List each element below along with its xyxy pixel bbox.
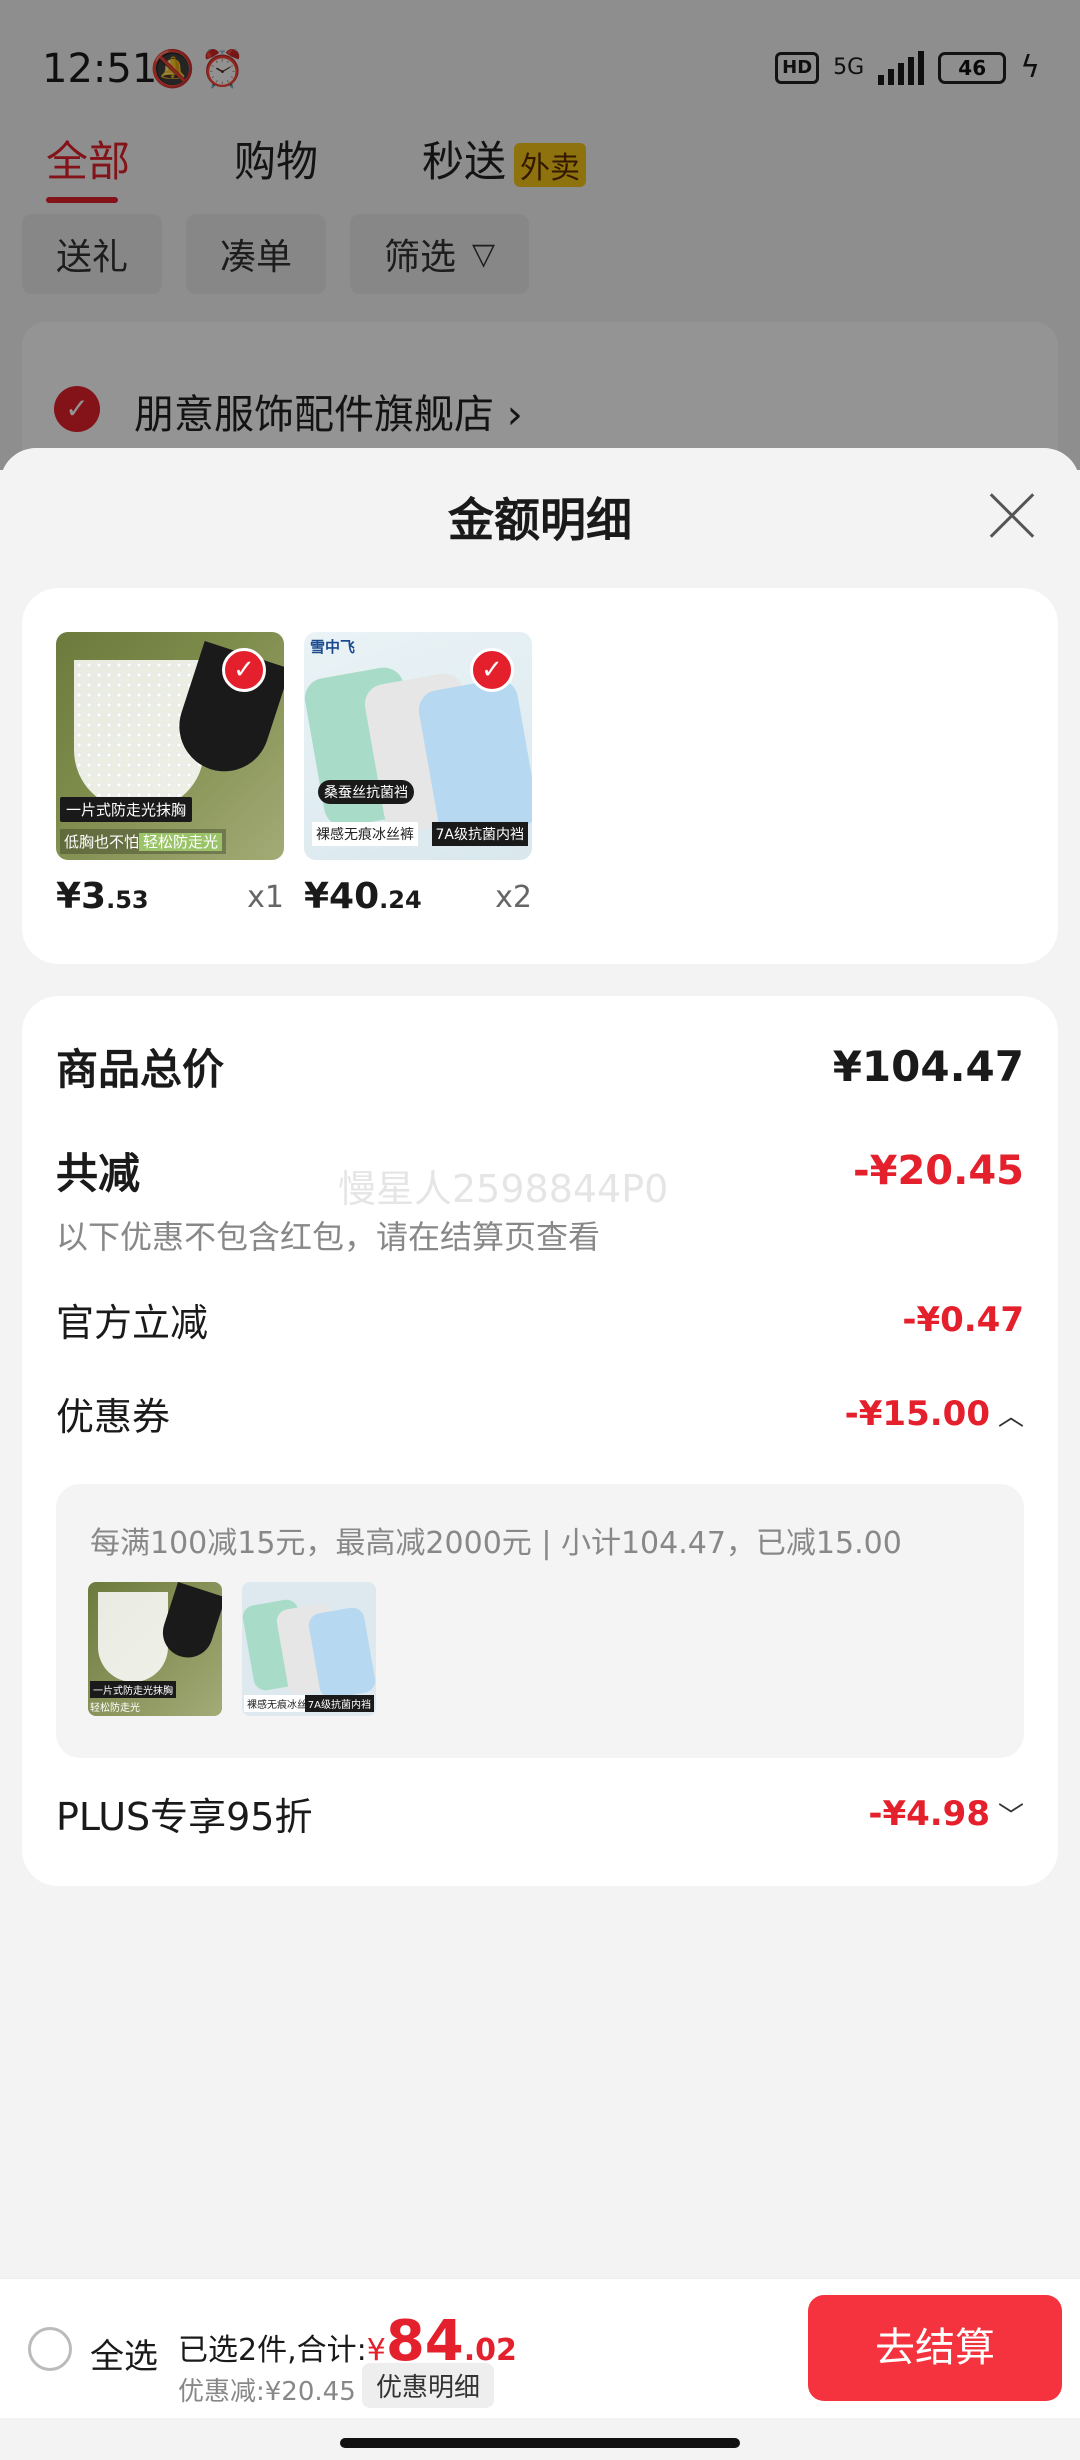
checkout-bar: 全选 已选2件,合计:¥84.02 优惠减:¥20.45 优惠明细 去结算 [0,2278,1080,2418]
amount-detail-sheet: 金额明细 一片式防走光抹胸 低胸也不怕 轻松防走光 ✓ ¥3.53 x1 雪中飞 … [0,448,1080,2278]
checkout-button[interactable]: 去结算 [808,2295,1062,2401]
chevron-up-icon: ︿ [997,1401,1024,1432]
goods-item[interactable]: 雪中飞 桑蚕丝抗菌裆 裸感无痕冰丝裤 7A级抗菌内裆 ✓ ¥40.24 x2 [304,632,532,917]
selected-goods-card: 一片式防走光抹胸 低胸也不怕 轻松防走光 ✓ ¥3.53 x1 雪中飞 桑蚕丝抗菌… [22,588,1058,964]
official-discount-value: -¥0.47 [902,1299,1024,1340]
discount-detail-button[interactable]: 优惠明细 [362,2363,495,2408]
goods-item[interactable]: 一片式防走光抹胸 低胸也不怕 轻松防走光 ✓ ¥3.53 x1 [56,632,284,917]
selected-check-icon: ✓ [470,648,514,692]
price-breakdown-card: 商品总价 ¥104.47 慢星人2598844P0 共减 -¥20.45 以下优… [22,996,1058,1886]
reduce-note: 以下优惠不包含红包，请在结算页查看 [56,1218,601,1256]
close-icon[interactable] [988,492,1036,540]
sheet-title: 金额明细 [448,493,632,547]
item-price: ¥40.24 [304,876,422,917]
select-all-label[interactable]: 全选 [90,2329,158,2378]
coupon-description: 每满100减15元，最高减2000元 | 小计104.47，已减15.00 [90,1526,902,1561]
product-caption: 裸感无痕冰丝裤 [312,822,418,846]
plus-discount-value: -¥4.98 [868,1793,990,1834]
thumb-caption: 轻松防走光 [90,1703,140,1714]
coupon-row[interactable]: 优惠券 -¥15.00 ︿ [56,1386,1024,1441]
coupon-value: -¥15.00 [844,1393,990,1434]
coupon-detail-box: 每满100减15元，最高减2000元 | 小计104.47，已减15.00 一片… [56,1484,1024,1758]
item-price: ¥3.53 [56,876,149,917]
product-caption: 7A级抗菌内裆 [431,822,528,846]
total-reduce-label: 共减 [56,1149,141,1198]
cart-page: 12:51 🔕 ⏰ HD 5G 46 ϟ 全部 购物 秒送 外卖 送礼 凑单 筛选… [0,0,1080,2460]
total-reduce-row: 共减 -¥20.45 [56,1140,1024,1201]
total-price-value: ¥104.47 [832,1042,1024,1091]
coupon-label: 优惠券 [56,1395,171,1439]
thumb-caption: 一片式防走光抹胸 [90,1681,176,1698]
cart-background: 12:51 🔕 ⏰ HD 5G 46 ϟ 全部 购物 秒送 外卖 送礼 凑单 筛选… [0,0,1080,522]
product-image: 一片式防走光抹胸 低胸也不怕 轻松防走光 ✓ [56,632,284,860]
coupon-product-thumb: 一片式防走光抹胸轻松防走光 [88,1582,222,1716]
total-reduce-value: -¥20.45 [853,1147,1024,1194]
thumb-caption: 7A级抗菌内裆 [304,1695,374,1712]
total-price-row: 商品总价 ¥104.47 [56,1036,1024,1097]
plus-discount-label: PLUS专享95折 [56,1795,313,1839]
modal-overlay[interactable] [0,0,1080,470]
plus-discount-row[interactable]: PLUS专享95折 -¥4.98 ﹀ [56,1786,1024,1841]
selected-check-icon: ✓ [222,648,266,692]
total-price-label: 商品总价 [56,1045,225,1094]
product-caption: 低胸也不怕 轻松防走光 [60,829,227,854]
item-quantity: x2 [495,880,532,915]
item-quantity: x1 [247,880,284,915]
product-caption: 一片式防走光抹胸 [60,797,193,822]
product-caption: 桑蚕丝抗菌裆 [318,780,414,804]
saved-amount: 优惠减:¥20.45 [178,2377,356,2407]
chevron-down-icon: ﹀ [997,1801,1024,1832]
brand-logo: 雪中飞 [310,638,356,656]
product-image: 雪中飞 桑蚕丝抗菌裆 裸感无痕冰丝裤 7A级抗菌内裆 ✓ [304,632,532,860]
coupon-product-thumb: 裸感无痕冰丝裤 7A级抗菌内裆 [242,1582,376,1716]
official-discount-label: 官方立减 [56,1301,209,1345]
official-discount-row: 官方立减 -¥0.47 [56,1292,1024,1347]
select-all-radio[interactable] [28,2327,72,2371]
home-indicator[interactable] [340,2438,740,2448]
